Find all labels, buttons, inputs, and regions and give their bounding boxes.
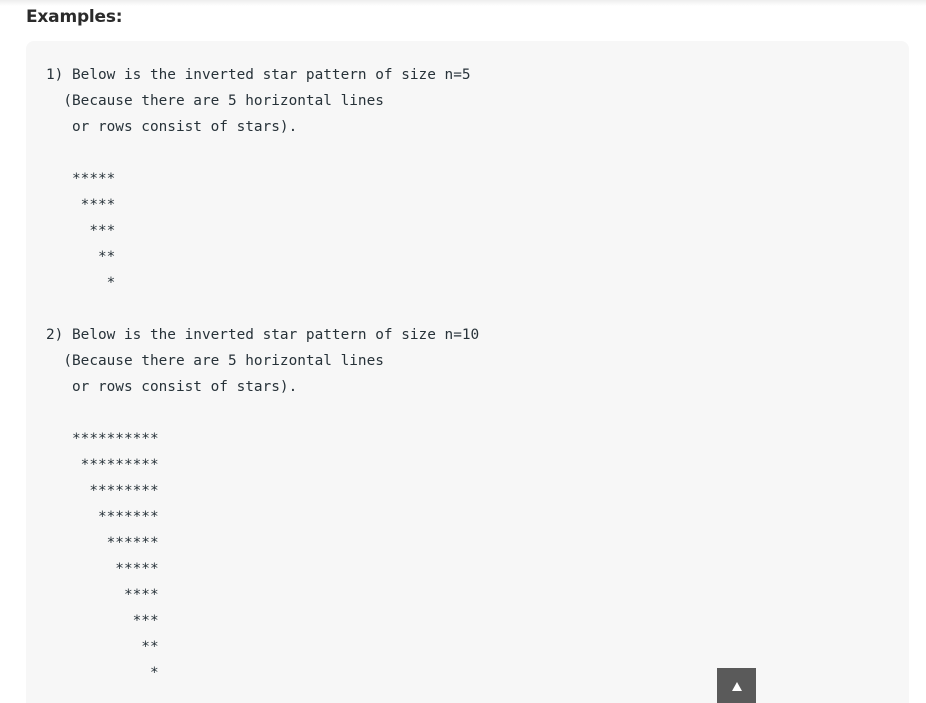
code-line: **** (46, 197, 116, 213)
code-line: 2) Below is the inverted star pattern of… (46, 327, 480, 343)
code-line: ********** (46, 431, 159, 447)
code-line: (Because there are 5 horizontal lines (46, 353, 384, 369)
code-text: 1) Below is the inverted star pattern of… (46, 62, 479, 686)
code-line: (Because there are 5 horizontal lines (46, 93, 384, 109)
page: Examples: 1) Below is the inverted star … (0, 0, 926, 703)
scroll-to-top-button[interactable] (717, 668, 756, 703)
code-line: *** (46, 223, 116, 239)
examples-heading: Examples: (26, 7, 123, 27)
code-line: 1) Below is the inverted star pattern of… (46, 67, 471, 83)
code-line: ** (46, 249, 116, 265)
code-line: or rows consist of stars). (46, 379, 298, 395)
code-line: * (46, 665, 159, 681)
header-shadow (0, 0, 926, 6)
code-line: ******* (46, 509, 159, 525)
code-line: ***** (46, 171, 116, 187)
code-line: **** (46, 587, 159, 603)
code-line: ** (46, 639, 159, 655)
code-line: *** (46, 613, 159, 629)
arrow-up-icon (731, 682, 742, 691)
code-line: or rows consist of stars). (46, 119, 298, 135)
code-line: ****** (46, 535, 159, 551)
code-line: ******** (46, 483, 159, 499)
code-line: ***** (46, 561, 159, 577)
code-line: * (46, 275, 116, 291)
code-line: ********* (46, 457, 159, 473)
